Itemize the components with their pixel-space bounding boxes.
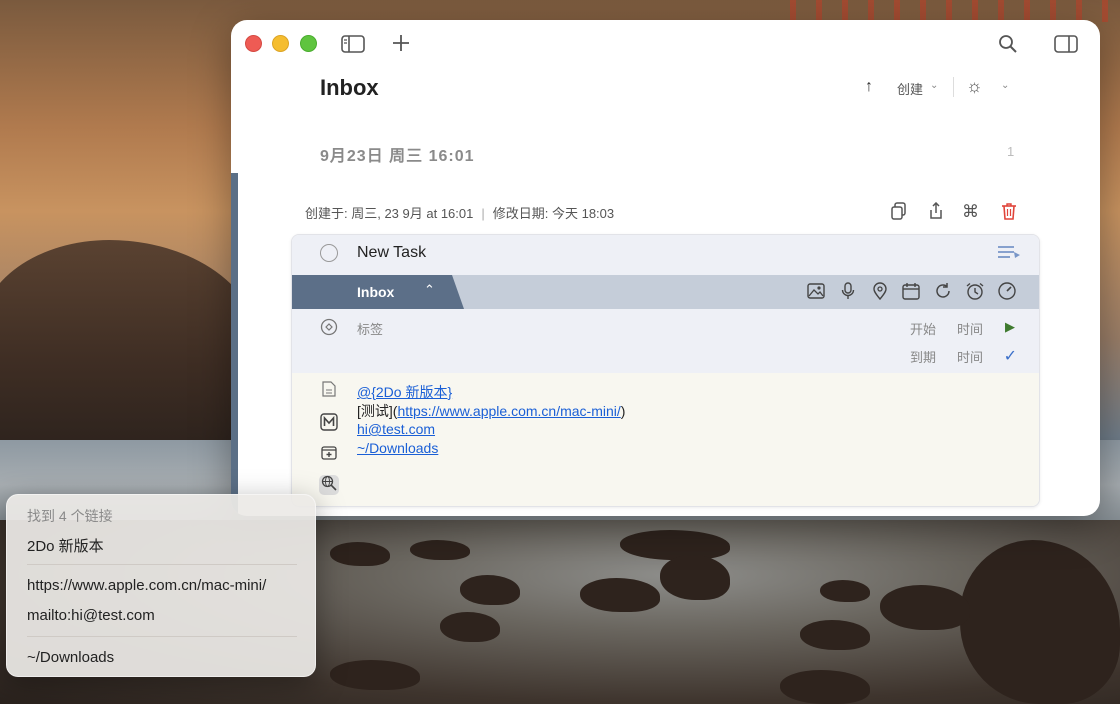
- task-checkbox[interactable]: [320, 244, 338, 262]
- task-meta: 创建于: 周三, 23 9月 at 16:01 | 修改日期: 今天 18:03: [305, 203, 614, 222]
- note-text-suffix: ): [620, 402, 626, 419]
- tags-field[interactable]: 标签: [357, 319, 383, 338]
- note-content[interactable]: @{2Do 新版本} [测试](https://www.apple.com.cn…: [357, 383, 625, 457]
- play-icon[interactable]: ▶: [1005, 319, 1015, 335]
- date-heading: 9月23日 周三 16:01: [320, 148, 475, 165]
- desktop-rock: [800, 620, 870, 650]
- page-title: Inbox: [320, 75, 379, 100]
- chevron-updown-icon: ⌃: [424, 282, 435, 297]
- alarm-icon[interactable]: [965, 282, 985, 305]
- desktop-rock: [580, 578, 660, 612]
- desktop-rock: [660, 555, 730, 600]
- popover-link-item[interactable]: ~/Downloads: [27, 649, 114, 666]
- attachment-box-icon[interactable]: [319, 445, 339, 465]
- desktop-rock: [620, 530, 730, 560]
- task-title[interactable]: New Task: [357, 244, 426, 262]
- desktop-rock: [880, 585, 970, 630]
- list-bar: Inbox ⌃: [292, 275, 1039, 309]
- note-link-apple[interactable]: https://www.apple.com.cn/mac-mini/: [397, 403, 620, 419]
- links-popover: 找到 4 个链接 2Do 新版本 https://www.apple.com.c…: [6, 494, 316, 677]
- start-date-field[interactable]: 开始: [910, 319, 936, 338]
- task-row[interactable]: New Task: [292, 235, 1039, 275]
- created-date: 创建于: 周三, 23 9月 at 16:01: [305, 206, 474, 221]
- popover-link-item[interactable]: 2Do 新版本: [27, 535, 104, 556]
- find-links-icon[interactable]: [319, 475, 339, 495]
- chevron-down-icon[interactable]: ⌄: [1001, 80, 1009, 91]
- desktop-hill: [0, 240, 260, 440]
- zoom-window-button[interactable]: [300, 35, 317, 52]
- app-window: Inbox ↑ 创建 ⌄ ☼ ⌄ 9月23日 周三 16:01 1 创建于: 周…: [231, 20, 1100, 516]
- list-name: Inbox: [357, 284, 395, 300]
- modified-date: 修改日期: 今天 18:03: [492, 206, 615, 221]
- markdown-icon[interactable]: [319, 413, 339, 433]
- minimize-window-button[interactable]: [272, 35, 289, 52]
- inspector-icon[interactable]: [1054, 34, 1078, 58]
- sidebar-icon[interactable]: [341, 34, 365, 58]
- popover-link-item[interactable]: mailto:hi@test.com: [27, 607, 155, 624]
- task-menu-icon[interactable]: [997, 243, 1021, 266]
- popover-link-item[interactable]: https://www.apple.com.cn/mac-mini/: [27, 577, 266, 594]
- delete-icon[interactable]: [1001, 202, 1017, 225]
- popover-divider: [27, 564, 297, 565]
- chevron-down-icon[interactable]: ⌄: [930, 80, 938, 91]
- desktop-rock: [820, 580, 870, 602]
- meta-separator: |: [481, 206, 485, 221]
- sort-direction-icon[interactable]: ↑: [865, 78, 873, 96]
- microphone-icon[interactable]: [839, 282, 857, 305]
- header-divider: [953, 77, 954, 97]
- desktop-rock: [330, 660, 420, 690]
- window-edge-strip: [231, 173, 238, 516]
- desktop-bridge: [790, 0, 1120, 22]
- list-selector[interactable]: Inbox ⌃: [292, 275, 464, 309]
- command-icon[interactable]: ⌘: [962, 202, 979, 222]
- note-link-2do[interactable]: @{2Do 新版本}: [357, 384, 452, 400]
- image-icon[interactable]: [807, 282, 825, 305]
- view-options-icon[interactable]: ☼: [966, 76, 983, 97]
- repeat-icon[interactable]: [934, 282, 952, 305]
- copy-icon[interactable]: [891, 202, 907, 225]
- note-link-downloads[interactable]: ~/Downloads: [357, 440, 438, 456]
- share-icon[interactable]: [928, 201, 944, 225]
- desktop-rock: [780, 670, 870, 704]
- calendar-icon[interactable]: [902, 282, 920, 305]
- location-icon[interactable]: [871, 282, 889, 305]
- notes-area[interactable]: @{2Do 新版本} [测试](https://www.apple.com.cn…: [292, 373, 1039, 506]
- checkmark-icon[interactable]: ✓: [1004, 346, 1017, 366]
- task-properties: 标签 开始 时间 ▶ 到期 时间 ✓: [292, 309, 1039, 373]
- gauge-icon[interactable]: [997, 282, 1017, 305]
- tag-icon[interactable]: [320, 318, 338, 340]
- note-link-email[interactable]: hi@test.com: [357, 421, 435, 437]
- popover-header: 找到 4 个链接: [27, 508, 113, 524]
- due-date-field[interactable]: 到期: [910, 347, 936, 366]
- note-text-prefix: [测试](: [357, 402, 398, 419]
- popover-divider: [27, 636, 297, 637]
- plus-icon[interactable]: [391, 33, 411, 57]
- task-card: New Task Inbox ⌃ 标签 开始 时间 ▶ 到期 时间 ✓ @{2D…: [291, 234, 1040, 507]
- desktop-rock: [330, 542, 390, 566]
- desktop-rock: [410, 540, 470, 560]
- sort-menu[interactable]: 创建: [897, 79, 923, 98]
- desktop-rock: [440, 612, 500, 642]
- due-time-field[interactable]: 时间: [957, 347, 983, 366]
- note-icon[interactable]: [319, 381, 339, 401]
- task-count: 1: [1007, 144, 1015, 159]
- desktop-rock: [460, 575, 520, 605]
- start-time-field[interactable]: 时间: [957, 319, 983, 338]
- search-icon[interactable]: [998, 34, 1018, 58]
- close-window-button[interactable]: [245, 35, 262, 52]
